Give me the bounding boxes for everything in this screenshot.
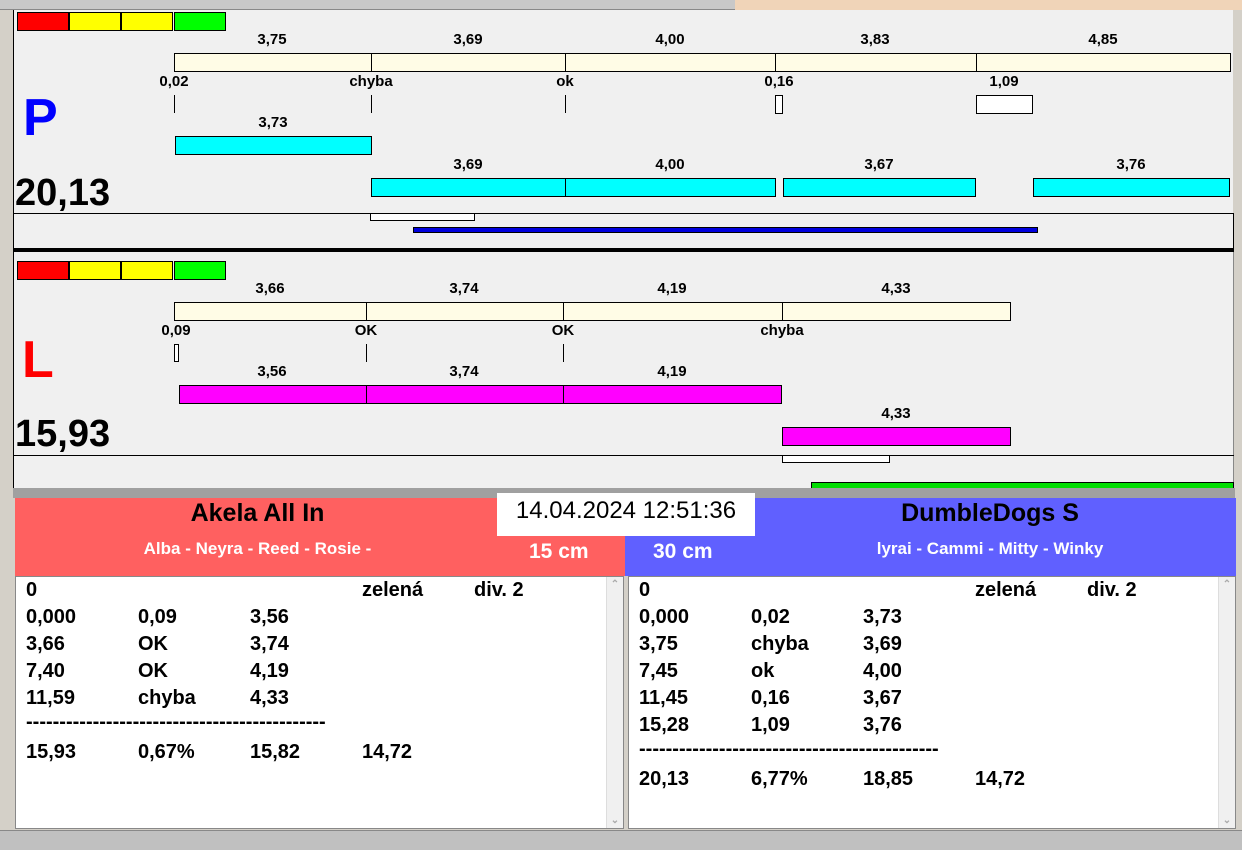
mark-label: 1,09 [989,73,1019,90]
run-value: 3,74 [449,363,479,380]
cell: 0 [639,579,651,601]
ref-value: 4,00 [655,31,685,48]
cell: zelená [362,579,424,601]
scrollbar[interactable]: ⌃ ⌄ [606,577,623,828]
cell: div. 2 [474,579,524,601]
left-team-name: Akela All In [190,499,325,527]
right-team-dogs: lyrai - Cammi - Mitty - Winky [876,539,1104,558]
run-value: 4,19 [657,363,687,380]
left-team-size: 15 cm [529,540,589,563]
mark-label: OK [354,322,378,339]
ref-segment [174,302,367,321]
track-letter-l: L [22,331,54,389]
mark-box [775,95,783,114]
mark-label: 0,16 [764,73,794,90]
mark-tick [371,95,372,113]
ref-value: 4,19 [657,280,687,297]
ref-value: 4,85 [1088,31,1118,48]
status-bar [0,830,1242,850]
light-yellow [69,261,121,280]
progress-bar-blue [413,227,1038,233]
datetime: 14.04.2024 12:51:36 [497,493,755,536]
ref-segment [563,302,783,321]
ref-segment [775,53,977,72]
mark-label: 0,09 [161,322,191,339]
run-segment [563,385,782,404]
ref-segment [371,53,566,72]
header-strip [735,0,1242,10]
light-yellow [121,12,173,31]
ref-value: 3,83 [860,31,890,48]
ref-value: 4,33 [881,280,911,297]
cell: zelená [975,579,1037,601]
mark-tick [563,344,564,362]
right-team-name: DumbleDogs S [901,499,1079,527]
light-green [174,261,226,280]
run-segment [565,178,776,197]
run-segment [371,178,566,197]
ref-segment [366,302,564,321]
run-segment [782,427,1011,446]
light-red [17,12,69,31]
ref-value: 3,75 [257,31,287,48]
light-green [174,12,226,31]
total-time-p: 20,13 [15,172,111,214]
light-yellow [69,12,121,31]
ref-segment [782,302,1011,321]
mark-tick [565,95,566,113]
mark-tick [174,95,175,113]
light-yellow [121,261,173,280]
cell: 0 [26,579,38,601]
run-value: 3,69 [453,156,483,173]
tab-strip [0,0,735,10]
run-segment [1033,178,1230,197]
mark-box [174,344,179,362]
run-segment [783,178,976,197]
left-results-list[interactable]: 0 zelená div. 2 0,000 0,09 3,56 3,66 OK 3,74 7… [15,576,624,829]
total-time-l: 15,93 [15,413,111,455]
scrollbar[interactable]: ⌃ ⌄ [1218,577,1235,828]
left-team-dogs: Alba - Neyra - Reed - Rosie - [143,539,372,558]
run-value: 3,73 [258,114,288,131]
mark-box [976,95,1033,114]
right-team-size: 30 cm [653,540,713,563]
mark-label: chyba [349,73,393,90]
run-value: 3,56 [257,363,287,380]
light-red [17,261,69,280]
run-segment [175,136,372,155]
mark-label: OK [551,322,575,339]
track-letter-p: P [23,89,58,147]
ref-segment [565,53,776,72]
ref-value: 3,66 [255,280,285,297]
mark-label: chyba [760,322,804,339]
run-segment [366,385,564,404]
cell: div. 2 [1087,579,1137,601]
ref-segment [976,53,1231,72]
mark-label: ok [556,73,574,90]
ref-value: 3,74 [449,280,479,297]
run-value: 4,33 [881,405,911,422]
track-panel-l [13,252,1234,489]
gap-box [370,213,475,221]
run-value: 3,76 [1116,156,1146,173]
ref-value: 3,69 [453,31,483,48]
mark-tick [366,344,367,362]
ref-segment [174,53,372,72]
run-value: 3,67 [864,156,894,173]
run-value: 4,00 [655,156,685,173]
run-segment [179,385,367,404]
gap-box [782,455,890,463]
mark-label: 0,02 [159,73,189,90]
right-results-list[interactable]: 0 zelená div. 2 0,000 0,02 3,73 3,75 chyba 3,6… [628,576,1236,829]
